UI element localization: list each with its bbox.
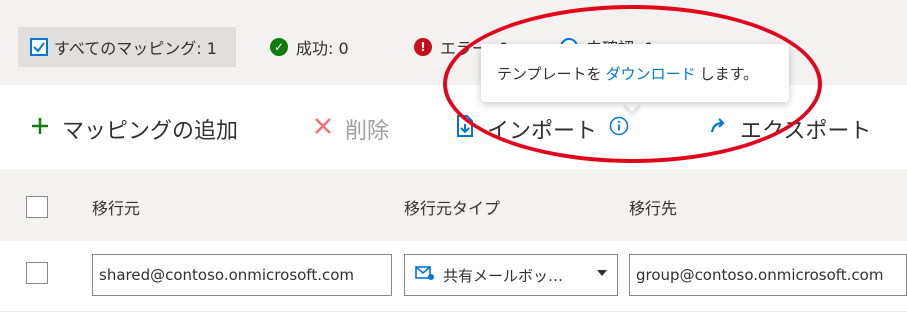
error-circle-icon: ! <box>414 38 432 56</box>
import-file-icon <box>455 115 475 143</box>
target-input[interactable] <box>629 254 907 296</box>
export-label: エクスポート <box>740 119 872 144</box>
tooltip-suffix: します。 <box>699 64 759 83</box>
import-button[interactable]: インポート <box>455 113 629 145</box>
delete-x-icon <box>313 116 333 142</box>
export-button[interactable]: エクスポート <box>708 113 871 145</box>
row-checkbox[interactable] <box>26 262 48 284</box>
add-mapping-label: マッピングの追加 <box>62 119 239 144</box>
import-label: インポート <box>487 119 598 144</box>
filter-all[interactable]: すべてのマッピング: 1 <box>18 27 236 67</box>
chevron-down-icon <box>597 270 607 276</box>
import-info-tooltip: テンプレートを ダウンロード します。 <box>481 44 789 102</box>
source-type-dropdown[interactable]: 共有メールボッ… <box>404 254 618 296</box>
filter-success[interactable]: ✓ 成功: 0 <box>270 27 349 67</box>
delete-label: 削除 <box>345 119 390 144</box>
info-icon[interactable] <box>609 116 629 142</box>
tooltip-prefix: テンプレートを <box>497 64 602 83</box>
select-all-checkbox[interactable] <box>26 196 48 218</box>
table-row: 共有メールボッ… <box>0 241 907 312</box>
plus-icon <box>30 116 50 142</box>
export-arrow-icon <box>708 116 728 142</box>
source-type-value: 共有メールボッ… <box>443 266 564 285</box>
download-template-link[interactable]: ダウンロード <box>606 63 696 84</box>
column-header-target[interactable]: 移行先 <box>629 195 677 219</box>
column-header-source-type[interactable]: 移行元タイプ <box>404 195 500 219</box>
source-input[interactable] <box>92 254 392 296</box>
column-header-source[interactable]: 移行元 <box>92 195 140 219</box>
delete-button[interactable]: 削除 <box>313 113 389 145</box>
filter-all-label: すべてのマッピング: 1 <box>54 39 217 58</box>
shared-mailbox-icon <box>415 265 435 285</box>
table-header: 移行元 移行元タイプ 移行先 <box>0 169 907 241</box>
check-circle-icon: ✓ <box>270 38 288 56</box>
add-mapping-button[interactable]: マッピングの追加 <box>30 113 238 145</box>
filter-success-label: 成功: 0 <box>296 39 349 58</box>
checkbox-checked-icon <box>30 38 48 56</box>
